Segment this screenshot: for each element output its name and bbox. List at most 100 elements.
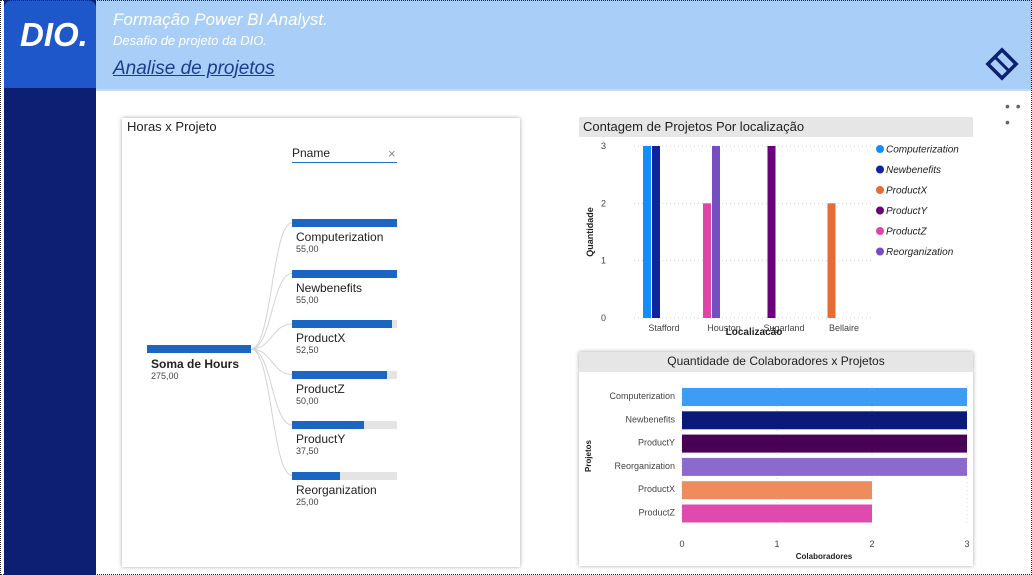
bar[interactable] <box>682 457 967 476</box>
tree-node[interactable]: ProductZ 50,00 <box>292 370 398 406</box>
bar[interactable] <box>682 504 872 523</box>
node-bar-track <box>292 471 397 480</box>
tree-connector <box>250 323 293 350</box>
report-subtitle: Desafio de projeto da DIO. <box>113 33 267 48</box>
y-tick-label: Reorganization <box>614 461 675 471</box>
bar[interactable] <box>682 434 967 453</box>
location-column-chart: Contagem de Projetos Por localização 0 1 2… <box>579 117 975 335</box>
node-bar-track <box>292 320 397 328</box>
pname-filter-label[interactable]: Pname <box>292 146 330 160</box>
node-bar-track <box>292 219 397 227</box>
report-canvas: Formação Power BI Analyst. Desafio de pr… <box>0 0 1032 575</box>
x-tick-label: 2 <box>869 539 874 549</box>
tree-node[interactable]: ProductX 52,50 <box>292 320 398 355</box>
logo: DIO. <box>4 0 96 88</box>
node-value: 55,00 <box>296 244 319 254</box>
tree-node[interactable]: Computerization 55,00 <box>292 219 398 254</box>
x-tick-label: Bellaire <box>829 323 859 333</box>
more-options-icon[interactable]: • • • <box>1005 98 1032 130</box>
node-bar <box>292 320 393 328</box>
node-value: 52,50 <box>296 345 319 355</box>
bar[interactable] <box>682 388 967 406</box>
root-bar[interactable] <box>147 345 251 353</box>
legend-marker <box>876 247 884 256</box>
legend-marker <box>876 145 884 153</box>
node-label: Computerization <box>296 230 384 244</box>
diamond-icon[interactable] <box>984 46 1020 82</box>
chart-title-bar: Contagem de Projetos Por localização <box>579 117 973 137</box>
header-banner: Formação Power BI Analyst. Desafio de pr… <box>96 0 1032 91</box>
legend-label[interactable]: Newbenefits <box>886 165 941 176</box>
node-label: Reorganization <box>296 482 377 497</box>
node-label: Newbenefits <box>296 280 363 295</box>
tree-title: Horas x Projeto <box>127 119 217 134</box>
tree-connector <box>250 273 293 350</box>
column-bar[interactable] <box>652 146 660 318</box>
bar[interactable] <box>682 481 872 500</box>
node-label: ProductZ <box>296 381 345 396</box>
y-tick-label: ProductY <box>638 438 675 448</box>
node-bar <box>292 370 388 379</box>
legend-marker <box>876 165 884 174</box>
bar[interactable] <box>682 411 967 430</box>
node-label: ProductY <box>296 432 346 446</box>
legend-label[interactable]: Computerization <box>886 145 959 156</box>
column-bar[interactable] <box>643 146 651 318</box>
x-tick-label: 1 <box>774 539 779 549</box>
column-bar[interactable] <box>712 146 720 318</box>
column-bar[interactable] <box>767 146 776 318</box>
y-tick-label: Newbenefits <box>625 414 675 424</box>
node-value: 25,00 <box>296 496 319 507</box>
column-bar[interactable] <box>827 203 836 318</box>
root-value: 275,00 <box>151 371 179 381</box>
root-label: Soma de Hours <box>151 357 240 371</box>
bar-chart-plot: 0 1 2 3 Computerization Newbenefits ProductY Re… <box>584 386 970 561</box>
chart-title: Contagem de Projetos Por localização <box>583 119 805 134</box>
tree-node[interactable]: Newbenefits 55,00 <box>292 269 398 305</box>
node-value: 37,50 <box>296 446 319 456</box>
node-bar <box>292 471 340 480</box>
column-chart-plot: 0123QuantidadeStafford Houston Sugarland Be… <box>585 141 959 335</box>
legend-marker <box>876 186 884 194</box>
y-tick-label: Computerization <box>609 391 675 401</box>
report-title: Formação Power BI Analyst. <box>113 10 328 29</box>
tree-node[interactable]: ProductY 37,50 <box>292 421 398 456</box>
x-tick-label: 3 <box>964 539 969 549</box>
filter-underline <box>292 162 397 163</box>
chart-title-bar: Quantidade de Colaboradores x Projetos <box>579 352 973 372</box>
legend-label[interactable]: ProductY <box>886 206 928 217</box>
node-label: ProductX <box>296 331 346 345</box>
tree-node[interactable]: Reorganization 25,00 <box>292 471 398 507</box>
legend-label[interactable]: ProductZ <box>886 227 927 238</box>
tree-connector <box>250 348 293 476</box>
column-bar[interactable] <box>703 203 711 318</box>
y-tick-label: ProductZ <box>638 508 675 518</box>
y-tick-label: 2 <box>601 198 606 208</box>
node-bar <box>292 269 397 278</box>
decomposition-tree: Horas x Projeto Pname × Soma de Hours 27… <box>122 118 520 567</box>
chart-title: Quantidade de Colaboradores x Projetos <box>667 354 885 368</box>
y-axis-label: Projetos <box>584 439 593 472</box>
legend-label[interactable]: Reorganization <box>886 247 954 258</box>
legend-marker <box>876 227 884 235</box>
tree-connector <box>250 348 293 375</box>
node-bar-track <box>292 370 397 379</box>
legend-label[interactable]: ProductX <box>886 186 927 197</box>
x-axis-label: Colaboradores <box>796 552 853 561</box>
collaborators-bar-chart: Quantidade de Colaboradores x Projetos 0… <box>579 352 973 566</box>
node-bar <box>292 219 397 227</box>
node-bar-track <box>292 421 397 429</box>
analysis-link[interactable]: Analise de projetos <box>113 58 275 80</box>
node-value: 50,00 <box>296 395 319 406</box>
tree-connector <box>250 348 293 426</box>
node-value: 55,00 <box>296 294 319 305</box>
close-icon[interactable]: × <box>388 146 396 161</box>
y-axis-label: Quantidade <box>585 207 595 257</box>
node-bar <box>292 421 364 429</box>
y-tick-label: 1 <box>601 256 606 266</box>
node-bar-track <box>292 269 397 278</box>
logo-text: DIO. <box>20 16 88 53</box>
x-tick-label: Stafford <box>648 323 679 333</box>
y-tick-label: ProductX <box>638 484 675 494</box>
tree-connector <box>250 222 293 350</box>
